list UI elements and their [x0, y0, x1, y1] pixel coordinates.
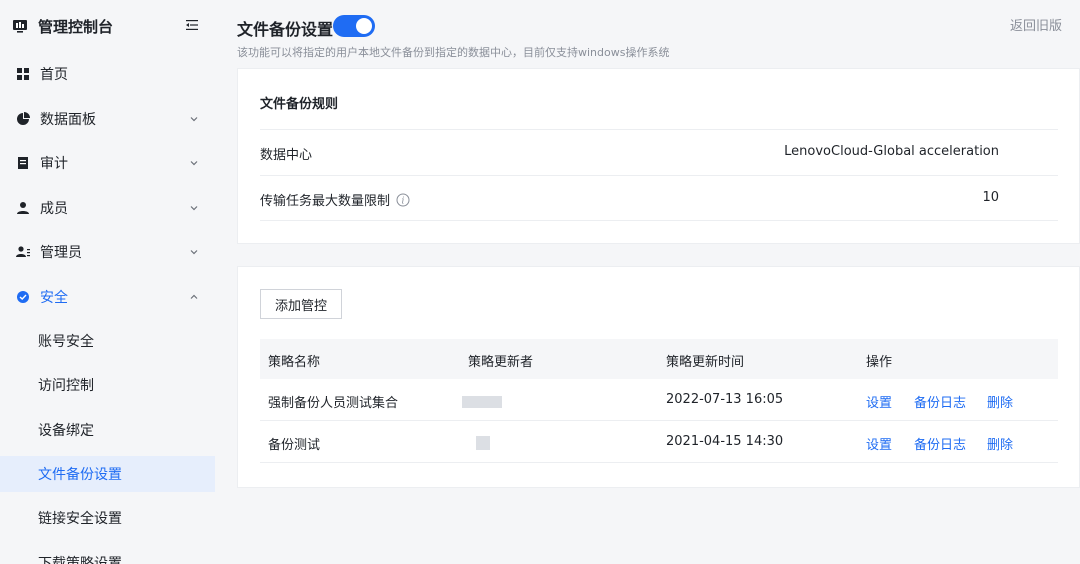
column-header-actions: 操作: [866, 355, 893, 370]
delete-link[interactable]: 删除: [987, 434, 1013, 453]
sidebar-item-security[interactable]: 安全: [0, 279, 215, 315]
policies-card: 添加管控 策略名称 策略更新者 策略更新时间 操作 强制备份人员测试集合 202…: [237, 266, 1080, 488]
sidebar-item-label: 安全: [40, 290, 68, 306]
rule-value-data-center: LenovoCloud-Global acceleration: [784, 144, 999, 159]
brand-title: 管理控制台: [38, 17, 114, 36]
sidebar-subitem-label: 下载策略设置: [38, 556, 122, 564]
brand: 管理控制台: [0, 0, 215, 52]
sidebar-subitem-account-security[interactable]: 账号安全: [0, 323, 215, 359]
add-control-button[interactable]: 添加管控: [260, 289, 342, 319]
sidebar-subitem-file-backup[interactable]: 文件备份设置: [0, 456, 215, 492]
shield-check-icon: [17, 291, 29, 303]
redacted-updater: [476, 436, 490, 450]
rule-label-data-center: 数据中心: [260, 144, 312, 163]
sidebar-item-audit[interactable]: 审计: [0, 145, 215, 181]
sidebar-subitem-download-policy[interactable]: 下载策略设置: [0, 545, 215, 564]
column-header-updated-at: 策略更新时间: [666, 355, 745, 370]
settings-link[interactable]: 设置: [866, 434, 892, 453]
page-title: 文件备份设置: [237, 20, 334, 39]
sidebar-subitem-label: 账号安全: [38, 334, 94, 350]
backup-log-link[interactable]: 备份日志: [914, 392, 966, 411]
monitor-icon: [13, 20, 27, 33]
chevron-down-icon: [190, 117, 198, 122]
divider: [260, 220, 1058, 221]
policy-name: 备份测试: [268, 438, 321, 453]
rule-label-text: 数据中心: [260, 148, 313, 163]
sidebar-item-data-panel[interactable]: 数据面板: [0, 101, 215, 137]
sidebar-subitem-label: 链接安全设置: [38, 511, 122, 527]
rules-title: 文件备份规则: [260, 97, 339, 112]
dashboard-icon: [17, 68, 29, 80]
redacted-updater: [462, 396, 502, 408]
settings-link[interactable]: 设置: [866, 392, 892, 411]
column-header-updater: 策略更新者: [468, 355, 534, 370]
sidebar-item-label: 首页: [40, 67, 68, 83]
column-header-name: 策略名称: [268, 355, 321, 370]
chevron-down-icon: [190, 161, 198, 166]
admin-users-icon: [16, 246, 30, 257]
sidebar-item-admins[interactable]: 管理员: [0, 234, 215, 270]
policy-name: 强制备份人员测试集合: [268, 396, 399, 411]
chevron-up-icon: [190, 294, 198, 299]
collapse-menu-icon[interactable]: [185, 18, 199, 32]
table-header: 策略名称 策略更新者 策略更新时间 操作: [260, 339, 1058, 379]
sidebar: 管理控制台 首页 数据面板 审计 成员 管理员 安全 账号安全 访问控制 设备绑…: [0, 0, 215, 564]
table-row: 强制备份人员测试集合 2022-07-13 16:05 设置 备份日志 删除: [260, 379, 1058, 421]
sidebar-subitem-device-binding[interactable]: 设备绑定: [0, 412, 215, 448]
divider: [260, 129, 1058, 130]
sidebar-item-label: 管理员: [40, 245, 82, 261]
sidebar-subitem-label: 设备绑定: [38, 423, 94, 439]
info-icon[interactable]: i: [396, 193, 410, 207]
sidebar-subitem-link-security[interactable]: 链接安全设置: [0, 500, 215, 536]
rule-label-text: 传输任务最大数量限制: [260, 194, 391, 209]
policy-updated-at: 2022-07-13 16:05: [666, 392, 784, 407]
svg-text:i: i: [402, 196, 405, 206]
pie-chart-icon: [17, 112, 30, 125]
sidebar-item-label: 审计: [40, 156, 68, 172]
table-row: 备份测试 2021-04-15 14:30 设置 备份日志 删除: [260, 421, 1058, 463]
user-icon: [17, 202, 29, 214]
backup-enable-toggle[interactable]: [333, 15, 375, 37]
backup-rules-card: 文件备份规则 数据中心 LenovoCloud-Global accelerat…: [237, 68, 1080, 244]
chevron-down-icon: [190, 206, 198, 211]
backup-log-link[interactable]: 备份日志: [914, 434, 966, 453]
divider: [260, 175, 1058, 176]
delete-link[interactable]: 删除: [987, 392, 1013, 411]
page-description: 该功能可以将指定的用户本地文件备份到指定的数据中心，目前仅支持windows操作…: [237, 46, 670, 59]
rule-value-max-tasks: 10: [982, 190, 999, 205]
back-to-old-version-link[interactable]: 返回旧版: [1010, 15, 1062, 34]
sidebar-item-home[interactable]: 首页: [0, 56, 215, 92]
chevron-down-icon: [190, 250, 198, 255]
rule-label-max-tasks: 传输任务最大数量限制 i: [260, 190, 410, 209]
document-icon: [18, 157, 28, 169]
sidebar-subitem-access-control[interactable]: 访问控制: [0, 367, 215, 403]
sidebar-item-members[interactable]: 成员: [0, 190, 215, 226]
sidebar-item-label: 成员: [40, 201, 68, 217]
policy-updated-at: 2021-04-15 14:30: [666, 434, 784, 449]
sidebar-subitem-label: 访问控制: [38, 378, 94, 394]
toggle-knob: [356, 18, 372, 34]
sidebar-subitem-label: 文件备份设置: [38, 467, 122, 483]
sidebar-item-label: 数据面板: [40, 112, 96, 128]
